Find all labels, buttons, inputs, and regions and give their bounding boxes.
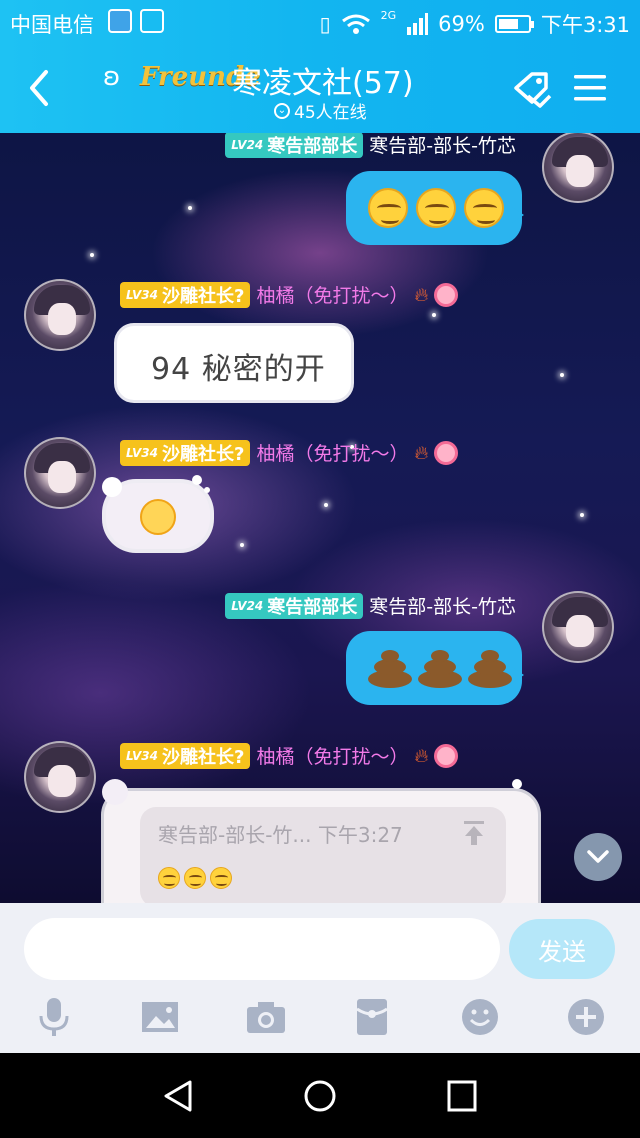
sender-name: 柚橘（免打扰～）	[256, 443, 409, 465]
online-count-label: 45人在线	[294, 103, 367, 123]
sender-info: LV24 寒告部部长 寒告部-部长-竹芯	[225, 133, 516, 158]
fire-icon: 🔥︎	[414, 441, 429, 464]
carrier-label: 中国电信	[10, 13, 94, 37]
duck-sticker-icon	[140, 499, 176, 535]
jump-to-message-icon[interactable]	[462, 819, 486, 847]
star-decoration	[432, 313, 436, 317]
quoted-message[interactable]: 寒告部-部长-竹... 下午3:27	[140, 807, 506, 903]
flower-badge-icon	[434, 282, 459, 307]
star-decoration	[324, 503, 328, 507]
send-button[interactable]: 发送	[509, 919, 615, 979]
smirk-emoji-icon	[464, 188, 504, 228]
sender-info: LV24 寒告部部长 寒告部-部长-竹芯	[225, 592, 516, 619]
system-navigation-bar	[0, 1053, 640, 1138]
message-bubble[interactable]: 94 秘密的开	[114, 323, 354, 403]
level-badge: LV24 寒告部部长	[225, 592, 364, 619]
sender-info: LV34 沙雕社长? 柚橘（免打扰～） 🔥︎	[120, 439, 459, 466]
avatar[interactable]	[24, 437, 96, 509]
signal-icon	[407, 13, 429, 35]
app-header: 中国电信 ▯ 2G 69% 下午3:31 ʚ Freunde 寒凌文社(57) …	[0, 0, 640, 133]
quoted-sender: 寒告部-部长-竹...	[158, 823, 312, 847]
message-bubble[interactable]	[346, 631, 524, 705]
ear-mode-icon[interactable]: ʚ	[103, 62, 120, 92]
plus-icon[interactable]	[562, 993, 610, 1041]
vibrate-icon: ▯	[319, 12, 331, 36]
sender-name: 寒告部-部长-竹芯	[369, 135, 516, 157]
message-bubble[interactable]	[346, 171, 524, 245]
sticker-bubble[interactable]	[102, 475, 210, 549]
scroll-to-bottom-button[interactable]	[574, 833, 622, 881]
image-notification-icon	[140, 9, 164, 33]
star-decoration	[90, 253, 94, 257]
input-toolbar	[0, 993, 640, 1053]
chevron-down-icon: ⌄	[274, 102, 290, 119]
flower-badge-icon	[434, 440, 459, 465]
sender-name: 柚橘（免打扰～）	[256, 746, 409, 768]
poop-emoji-icon	[368, 648, 412, 688]
fire-icon: 🔥︎	[414, 744, 429, 767]
group-tag-icon[interactable]	[510, 66, 554, 110]
back-arrow-icon[interactable]	[22, 68, 58, 108]
level-badge: LV34 沙雕社长?	[120, 281, 251, 308]
sender-info: LV34 沙雕社长? 柚橘（免打扰～） 🔥︎	[120, 281, 459, 308]
smirk-emoji-icon	[368, 188, 408, 228]
status-bar: 中国电信 ▯ 2G 69% 下午3:31	[0, 0, 640, 44]
battery-percent-label: 69%	[438, 12, 485, 36]
emoji-icon[interactable]	[456, 993, 504, 1041]
poop-emoji-icon	[418, 648, 462, 688]
wifi-icon	[341, 14, 370, 34]
avatar[interactable]	[24, 741, 96, 813]
nav-back-icon[interactable]	[158, 1078, 198, 1114]
avatar[interactable]	[542, 591, 614, 663]
fire-icon: 🔥︎	[414, 283, 429, 306]
smirk-emoji-icon	[210, 867, 232, 889]
flower-badge-icon	[434, 743, 459, 768]
image-icon[interactable]	[136, 993, 184, 1041]
online-count[interactable]: ⌄ 45人在线	[274, 98, 367, 123]
nav-recents-icon[interactable]	[442, 1078, 482, 1114]
star-decoration	[188, 206, 192, 210]
message-input[interactable]	[24, 918, 500, 980]
nav-home-icon[interactable]	[300, 1078, 340, 1114]
level-badge: LV24 寒告部部长	[225, 133, 364, 158]
star-decoration	[580, 513, 584, 517]
quoted-time: 下午3:27	[317, 823, 403, 847]
level-badge: LV34 沙雕社长?	[120, 439, 251, 466]
reply-message-bubble[interactable]: 寒告部-部长-竹... 下午3:27	[102, 779, 538, 903]
quoted-meta: 寒告部-部长-竹... 下午3:27	[158, 819, 403, 848]
poop-emoji-icon	[468, 648, 512, 688]
input-bar: 发送	[0, 903, 640, 993]
level-badge: LV34 沙雕社长?	[120, 742, 251, 769]
battery-icon	[494, 15, 534, 33]
group-title[interactable]: 寒凌文社(57)	[232, 58, 414, 102]
camera-icon[interactable]	[242, 993, 290, 1041]
message-text: 94 秘密的开	[151, 352, 326, 387]
app-notification-icon	[108, 9, 132, 33]
chat-area[interactable]: LV24 寒告部部长 寒告部-部长-竹芯 LV34 沙雕社长? 柚橘（免打扰～） 🔥…	[0, 133, 640, 903]
menu-icon[interactable]	[568, 66, 612, 110]
smirk-emoji-icon	[158, 867, 180, 889]
network-type-label: 2G	[380, 9, 397, 22]
smirk-emoji-icon	[416, 188, 456, 228]
star-decoration	[240, 543, 244, 547]
avatar[interactable]	[24, 279, 96, 351]
sender-name: 柚橘（免打扰～）	[256, 285, 409, 307]
clock-label: 下午3:31	[540, 13, 630, 37]
smirk-emoji-icon	[184, 867, 206, 889]
microphone-icon[interactable]	[30, 993, 78, 1041]
sender-info: LV34 沙雕社长? 柚橘（免打扰～） 🔥︎	[120, 742, 459, 769]
star-decoration	[560, 373, 564, 377]
avatar[interactable]	[542, 133, 614, 203]
quoted-content	[158, 867, 232, 889]
red-packet-icon[interactable]	[348, 993, 396, 1041]
sender-name: 寒告部-部长-竹芯	[369, 596, 516, 618]
